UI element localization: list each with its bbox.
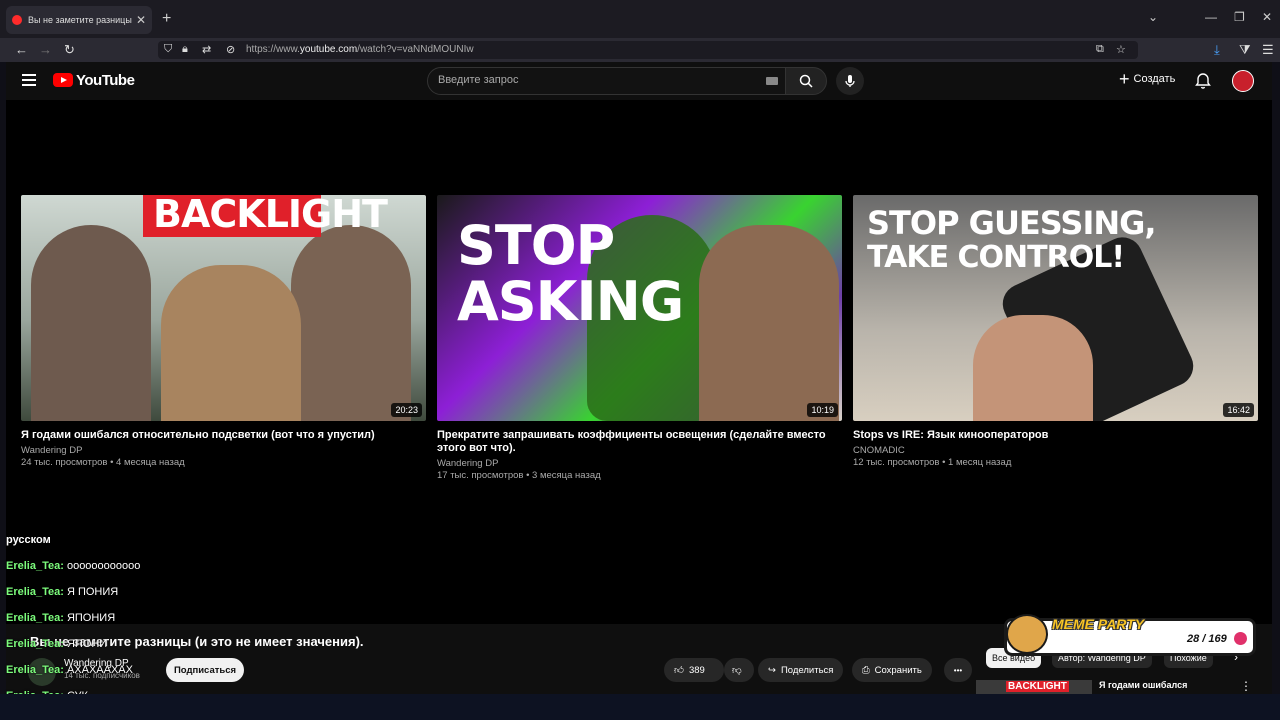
- pip-icon[interactable]: ⧉: [1096, 43, 1104, 56]
- video-title[interactable]: Я годами ошибался относительно подсветки…: [21, 429, 426, 442]
- create-label: Создать: [1133, 73, 1176, 85]
- create-button[interactable]: + Создать: [1119, 70, 1175, 88]
- next-thumbnail-text: BACKLIGHT: [1006, 681, 1069, 692]
- minimize-icon[interactable]: —: [1205, 10, 1217, 24]
- save-label: Сохранить: [874, 664, 922, 676]
- back-icon[interactable]: ←: [15, 42, 28, 57]
- keyboard-icon[interactable]: [766, 77, 778, 85]
- video-stats: 12 тыс. просмотров • 1 месяц назад: [853, 457, 1012, 468]
- video-thumbnail[interactable]: STOP GUESSING, TAKE CONTROL! 16:42: [853, 195, 1258, 421]
- video-channel[interactable]: Wandering DP: [21, 445, 426, 457]
- doge-icon: [1006, 614, 1048, 654]
- video-stats: 17 тыс. просмотров • 3 месяца назад: [437, 470, 601, 481]
- account-avatar[interactable]: [1232, 70, 1254, 92]
- youtube-header: YouTube Введите запрос + Создать: [6, 62, 1272, 100]
- thumbnail-host: [699, 225, 839, 421]
- microphone-icon: [845, 75, 855, 87]
- plus-icon: +: [1119, 69, 1130, 89]
- video-thumbnail[interactable]: BACKLIGHT 20:23: [21, 195, 426, 421]
- youtube-logo-icon[interactable]: [53, 73, 73, 87]
- share-icon: ↪: [768, 664, 776, 676]
- thumbnail-text-line2: TAKE CONTROL!: [867, 240, 1125, 275]
- thumbnail-text-line1: STOP: [457, 214, 615, 277]
- restore-icon[interactable]: ❐: [1234, 10, 1245, 24]
- save-icon: ⎙: [862, 664, 870, 676]
- video-stats: 24 тыс. просмотров • 4 месяца назад: [21, 457, 185, 468]
- close-tab-icon[interactable]: ✕: [136, 13, 146, 27]
- thumbs-up-icon: 👍︎: [674, 665, 684, 676]
- scrollbar[interactable]: [1274, 62, 1280, 212]
- stream-background: [0, 694, 1280, 720]
- video-duration: 16:42: [1223, 403, 1254, 417]
- youtube-logo-text[interactable]: YouTube: [76, 72, 135, 89]
- meme-party-count: 28 / 169: [1187, 633, 1227, 645]
- suggested-video-card[interactable]: STOP GUESSING, TAKE CONTROL! 16:42 Stops…: [853, 195, 1258, 469]
- share-button[interactable]: ↪ Поделиться: [758, 658, 844, 682]
- search-icon: [799, 74, 813, 88]
- like-button[interactable]: 👍︎ 389: [664, 658, 724, 682]
- browser-tab-bar: Вы не заметите разницы (и это не ✕ + ⌄ —…: [0, 0, 1280, 38]
- like-count: 389: [688, 664, 705, 676]
- video-thumbnail[interactable]: STOP ASKING 10:19: [437, 195, 842, 421]
- browser-tab[interactable]: Вы не заметите разницы (и это не ✕: [6, 6, 152, 34]
- notifications-bell-icon[interactable]: [1195, 71, 1211, 89]
- url-text: https://www.youtube.com/watch?v=vaNNdMOU…: [246, 44, 474, 55]
- video-duration: 10:19: [807, 403, 838, 417]
- suggested-video-card[interactable]: STOP ASKING 10:19 Прекратите запрашивать…: [437, 195, 842, 482]
- search-input[interactable]: Введите запрос: [427, 67, 787, 95]
- camera-blocked-icon[interactable]: ⊘: [226, 43, 235, 56]
- chat-message: Erelia_Tea: ЯПОНИ: [6, 638, 108, 650]
- save-button[interactable]: ⎙ Сохранить: [852, 658, 932, 682]
- thumbnail-host: [161, 265, 301, 421]
- chat-message: Erelia_Tea: ЯПОНИЯ: [6, 612, 116, 624]
- share-label: Поделиться: [780, 664, 834, 676]
- video-channel[interactable]: CNOMADIC: [853, 445, 1258, 457]
- youtube-favicon-icon: [12, 15, 22, 25]
- video-duration: 20:23: [391, 403, 422, 417]
- chat-message: русском: [6, 534, 51, 546]
- tab-title: Вы не заметите разницы (и это не: [28, 15, 132, 25]
- chat-message: Erelia_Tea: АХАХААХАХ: [6, 664, 133, 676]
- meme-party-title: MEME PARTY: [1052, 616, 1145, 632]
- thumbs-down-icon: 👎︎: [732, 665, 742, 676]
- more-actions-button[interactable]: •••: [944, 658, 972, 682]
- thumbnail-figure-right: [291, 225, 411, 421]
- lock-icon[interactable]: 🔒︎: [182, 43, 188, 56]
- thumbnail-figure-left: [31, 225, 151, 421]
- video-title[interactable]: Stops vs IRE: Язык кинооператоров: [853, 429, 1258, 442]
- shield-icon[interactable]: ⛉: [164, 43, 172, 56]
- forward-icon[interactable]: →: [39, 42, 52, 57]
- download-icon[interactable]: ⤓: [1214, 42, 1220, 58]
- video-title[interactable]: Прекратите запрашивать коэффициенты осве…: [437, 429, 842, 455]
- voice-search-button[interactable]: [836, 67, 864, 95]
- reload-icon[interactable]: ↻: [64, 42, 75, 58]
- thumbnail-text-line2: ASKING: [457, 270, 684, 333]
- search-placeholder: Введите запрос: [438, 74, 519, 86]
- extensions-icon[interactable]: ⧩: [1239, 42, 1251, 58]
- thumbnail-text-line1: STOP GUESSING,: [867, 204, 1157, 242]
- dislike-button[interactable]: 👎︎: [724, 658, 754, 682]
- chat-message: Erelia_Tea: оооооооооооо: [6, 560, 141, 572]
- close-window-icon[interactable]: ✕: [1262, 10, 1272, 24]
- hamburger-menu-icon[interactable]: [22, 74, 36, 89]
- menu-icon[interactable]: ☰: [1262, 42, 1274, 58]
- suggested-video-card[interactable]: BACKLIGHT 20:23 Я годами ошибался относи…: [21, 195, 426, 469]
- search-button[interactable]: [785, 67, 827, 95]
- thumbnail-hand: [973, 315, 1093, 421]
- chat-message: Erelia_Tea: Я ПОНИЯ: [6, 586, 119, 598]
- badge-icon: [1234, 632, 1247, 645]
- subscribe-button[interactable]: Подписаться: [166, 658, 244, 682]
- browser-nav-bar: ← → ↻ ⛉ 🔒︎ ⇄ ⊘ https://www.youtube.com/w…: [0, 38, 1280, 62]
- permissions-icon[interactable]: ⇄: [202, 43, 211, 56]
- next-video-thumbnail[interactable]: BACKLIGHT: [976, 680, 1092, 694]
- video-player[interactable]: BACKLIGHT 20:23 Я годами ошибался относи…: [6, 100, 1272, 624]
- address-bar[interactable]: ⛉ 🔒︎ ⇄ ⊘ https://www.youtube.com/watch?v…: [158, 41, 1138, 59]
- next-video-title[interactable]: Я годами ошибался: [1099, 680, 1187, 690]
- new-tab-button[interactable]: +: [162, 10, 171, 28]
- chevron-down-icon[interactable]: ⌄: [1148, 10, 1158, 24]
- thumbnail-text: BACKLIGHT: [153, 195, 388, 236]
- kebab-menu-icon[interactable]: ⋮: [1240, 679, 1252, 693]
- bookmark-star-icon[interactable]: ☆: [1116, 43, 1126, 56]
- video-channel[interactable]: Wandering DP: [437, 458, 842, 470]
